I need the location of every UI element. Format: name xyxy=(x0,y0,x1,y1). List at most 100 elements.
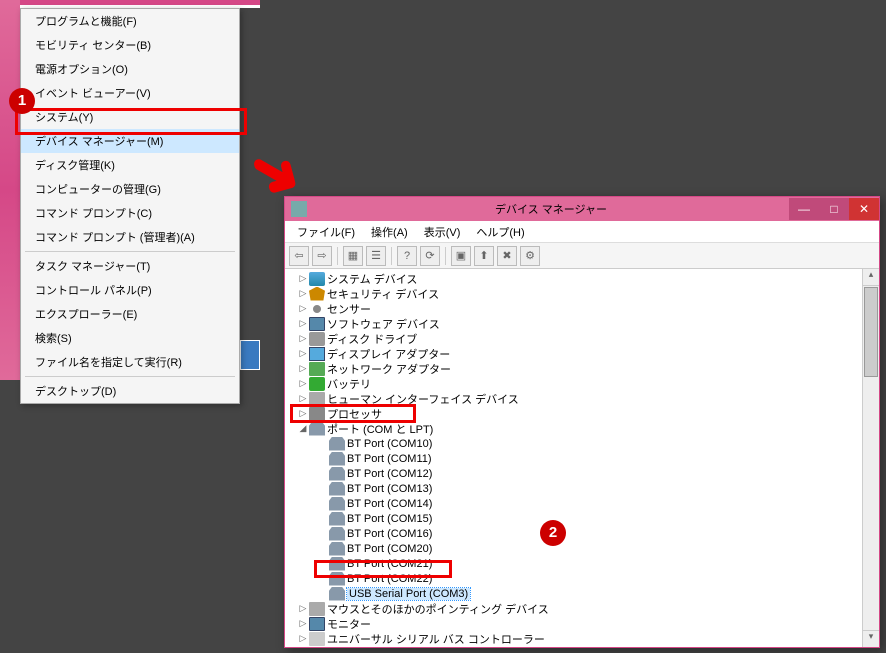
port-icon xyxy=(329,437,345,451)
toolbar-back-icon[interactable]: ⇦ xyxy=(289,246,309,266)
tree-node-bt-port[interactable]: BT Port (COM16) xyxy=(287,526,862,541)
toolbar-list-icon[interactable]: ☰ xyxy=(366,246,386,266)
port-icon xyxy=(329,557,345,571)
tree-node-software-devices[interactable]: ▷ソフトウェア デバイス xyxy=(287,316,862,331)
port-icon xyxy=(309,422,325,436)
menu-control-panel[interactable]: コントロール パネル(P) xyxy=(21,278,239,302)
tree-node-processors[interactable]: ▷プロセッサ xyxy=(287,406,862,421)
hid-icon xyxy=(309,392,325,406)
maximize-button[interactable]: □ xyxy=(819,198,849,220)
port-icon xyxy=(329,467,345,481)
desktop-edge-top xyxy=(20,0,260,8)
toolbar-detail-icon[interactable]: ▦ xyxy=(343,246,363,266)
menu-mobility-center[interactable]: モビリティ センター(B) xyxy=(21,33,239,57)
tree-node-sensors[interactable]: ▷センサー xyxy=(287,301,862,316)
shield-icon xyxy=(309,287,325,301)
port-icon xyxy=(329,587,345,601)
menu-programs-features[interactable]: プログラムと機能(F) xyxy=(21,9,239,33)
toolbar-scan-icon[interactable]: ⟳ xyxy=(420,246,440,266)
software-icon xyxy=(309,317,325,331)
menu-view[interactable]: 表示(V) xyxy=(416,221,469,242)
menu-action[interactable]: 操作(A) xyxy=(363,221,416,242)
usb-icon xyxy=(309,632,325,646)
tree-node-system-devices[interactable]: ▷システム デバイス xyxy=(287,271,862,286)
port-icon xyxy=(329,542,345,556)
tree-node-print-queue[interactable]: ▷印刷キュー xyxy=(287,646,862,647)
port-icon xyxy=(329,527,345,541)
cpu-icon xyxy=(309,407,325,421)
menu-task-manager[interactable]: タスク マネージャー(T) xyxy=(21,254,239,278)
port-icon xyxy=(329,572,345,586)
toolbar-enable-icon[interactable]: ▣ xyxy=(451,246,471,266)
toolbar-properties-icon[interactable]: ⚙ xyxy=(520,246,540,266)
monitor-icon xyxy=(309,617,325,631)
port-icon xyxy=(329,452,345,466)
vertical-scrollbar[interactable] xyxy=(862,269,879,647)
device-tree[interactable]: ▷システム デバイス ▷セキュリティ デバイス ▷センサー ▷ソフトウェア デバ… xyxy=(285,269,862,647)
menu-power-options[interactable]: 電源オプション(O) xyxy=(21,57,239,81)
tree-node-bt-port[interactable]: BT Port (COM12) xyxy=(287,466,862,481)
sensor-icon xyxy=(309,302,325,316)
menu-search[interactable]: 検索(S) xyxy=(21,326,239,350)
toolbar: ⇦ ⇨ ▦ ☰ ? ⟳ ▣ ⬆ ✖ ⚙ xyxy=(285,243,879,269)
tree-node-bt-port[interactable]: BT Port (COM11) xyxy=(287,451,862,466)
winx-context-menu: プログラムと機能(F) モビリティ センター(B) 電源オプション(O) イベン… xyxy=(20,8,240,404)
tree-node-bt-port[interactable]: BT Port (COM14) xyxy=(287,496,862,511)
tree-node-bt-port[interactable]: BT Port (COM22) xyxy=(287,571,862,586)
device-manager-window: デバイス マネージャー — □ ✕ ファイル(F) 操作(A) 表示(V) ヘル… xyxy=(284,196,880,648)
toolbar-help-icon[interactable]: ? xyxy=(397,246,417,266)
port-icon xyxy=(329,497,345,511)
toolbar-update-icon[interactable]: ⬆ xyxy=(474,246,494,266)
menu-system[interactable]: システム(Y) xyxy=(21,105,239,129)
title-bar[interactable]: デバイス マネージャー — □ ✕ xyxy=(285,197,879,221)
tree-node-usb-serial-port[interactable]: USB Serial Port (COM3) xyxy=(287,586,862,601)
app-icon xyxy=(291,201,307,217)
port-icon xyxy=(329,512,345,526)
tree-node-hid[interactable]: ▷ヒューマン インターフェイス デバイス xyxy=(287,391,862,406)
toolbar-separator xyxy=(391,247,392,265)
scrollbar-thumb[interactable] xyxy=(864,287,878,377)
tree-node-usb-controllers[interactable]: ▷ユニバーサル シリアル バス コントローラー xyxy=(287,631,862,646)
menu-help[interactable]: ヘルプ(H) xyxy=(468,221,532,242)
port-icon xyxy=(329,482,345,496)
menu-desktop[interactable]: デスクトップ(D) xyxy=(21,379,239,403)
tree-node-bt-port[interactable]: BT Port (COM20) xyxy=(287,541,862,556)
tree-node-display-adapters[interactable]: ▷ディスプレイ アダプター xyxy=(287,346,862,361)
menu-explorer[interactable]: エクスプローラー(E) xyxy=(21,302,239,326)
tree-node-network-adapters[interactable]: ▷ネットワーク アダプター xyxy=(287,361,862,376)
toolbar-separator xyxy=(445,247,446,265)
annotation-badge-2: 2 xyxy=(540,520,566,546)
menu-disk-management[interactable]: ディスク管理(K) xyxy=(21,153,239,177)
network-icon xyxy=(309,362,325,376)
annotation-badge-1: 1 xyxy=(9,88,35,114)
menu-command-prompt-admin[interactable]: コマンド プロンプト (管理者)(A) xyxy=(21,225,239,249)
toolbar-separator xyxy=(337,247,338,265)
menu-device-manager[interactable]: デバイス マネージャー(M) xyxy=(21,129,239,153)
tree-node-ports[interactable]: ◢ポート (COM と LPT) xyxy=(287,421,862,436)
tree-node-bt-port[interactable]: BT Port (COM10) xyxy=(287,436,862,451)
tree-node-bt-port[interactable]: BT Port (COM15) xyxy=(287,511,862,526)
tree-node-security-devices[interactable]: ▷セキュリティ デバイス xyxy=(287,286,862,301)
disk-icon xyxy=(309,332,325,346)
toolbar-uninstall-icon[interactable]: ✖ xyxy=(497,246,517,266)
desktop-edge xyxy=(0,0,20,380)
mouse-icon xyxy=(309,602,325,616)
tree-node-monitor[interactable]: ▷モニター xyxy=(287,616,862,631)
tree-node-disk-drives[interactable]: ▷ディスク ドライブ xyxy=(287,331,862,346)
close-button[interactable]: ✕ xyxy=(849,198,879,220)
menu-file[interactable]: ファイル(F) xyxy=(289,221,363,242)
toolbar-forward-icon[interactable]: ⇨ xyxy=(312,246,332,266)
tree-node-battery[interactable]: ▷バッテリ xyxy=(287,376,862,391)
tree-node-bt-port[interactable]: BT Port (COM21) xyxy=(287,556,862,571)
menu-command-prompt[interactable]: コマンド プロンプト(C) xyxy=(21,201,239,225)
menu-separator xyxy=(25,251,235,252)
window-title: デバイス マネージャー xyxy=(313,201,789,217)
menu-event-viewer[interactable]: イベント ビューアー(V) xyxy=(21,81,239,105)
tree-node-mouse[interactable]: ▷マウスとそのほかのポインティング デバイス xyxy=(287,601,862,616)
menu-computer-management[interactable]: コンピューターの管理(G) xyxy=(21,177,239,201)
menu-run[interactable]: ファイル名を指定して実行(R) xyxy=(21,350,239,374)
printer-icon xyxy=(309,647,325,648)
minimize-button[interactable]: — xyxy=(789,198,819,220)
taskbar-icon[interactable] xyxy=(240,340,260,370)
tree-node-bt-port[interactable]: BT Port (COM13) xyxy=(287,481,862,496)
